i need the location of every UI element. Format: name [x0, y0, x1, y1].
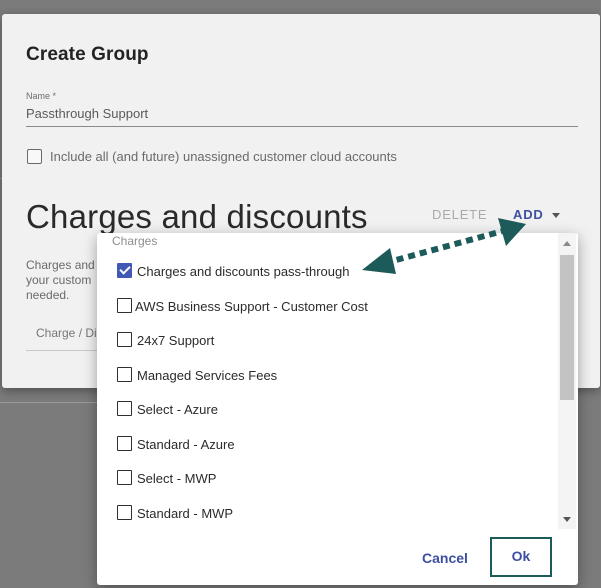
option-label: Select - MWP: [137, 471, 217, 486]
option-label: AWS Business Support - Customer Cost: [135, 299, 368, 314]
section-description: Charges and your custom needed.: [26, 258, 106, 303]
include-accounts-checkbox[interactable]: [27, 149, 42, 164]
option-aws-business-support[interactable]: AWS Business Support - Customer Cost: [117, 298, 557, 318]
option-label: Standard - MWP: [137, 506, 234, 521]
name-field-underline: [26, 126, 578, 127]
scrollbar-thumb[interactable]: [560, 255, 574, 400]
description-line: your custom: [26, 273, 92, 287]
option-label: Managed Services Fees: [137, 368, 278, 383]
include-accounts-label[interactable]: Include all (and future) unassigned cust…: [50, 149, 397, 164]
option-label: 24x7 Support: [137, 333, 215, 348]
option-select-azure[interactable]: Select - Azure: [117, 401, 557, 421]
background-divider: [0, 402, 98, 403]
option-checkbox[interactable]: [117, 470, 132, 485]
cancel-button[interactable]: Cancel: [422, 550, 468, 566]
option-charges-passthrough[interactable]: Charges and discounts pass-through: [117, 263, 557, 283]
option-checkbox[interactable]: [117, 332, 132, 347]
ok-button-label: Ok: [511, 548, 531, 564]
option-checkbox[interactable]: [117, 505, 132, 520]
delete-button-label: DELETE: [432, 207, 488, 222]
dialog-title: Create Group: [26, 44, 149, 65]
option-checkbox[interactable]: [117, 401, 132, 416]
option-label: Standard - Azure: [137, 437, 235, 452]
option-label: Charges and discounts pass-through: [137, 264, 350, 279]
option-checkbox-checked[interactable]: [117, 263, 132, 278]
add-button-label: ADD: [513, 207, 544, 222]
option-24x7-support[interactable]: 24x7 Support: [117, 332, 557, 352]
add-button[interactable]: ADD: [513, 207, 560, 222]
charges-dropdown-panel: Charges Charges and discounts pass-throu…: [97, 233, 578, 585]
charge-column-header: Charge / Di: [36, 326, 97, 340]
option-checkbox[interactable]: [117, 367, 132, 382]
panel-title: Charges: [112, 234, 158, 248]
scroll-up-icon[interactable]: [563, 241, 571, 246]
panel-scrollbar[interactable]: [558, 233, 576, 529]
description-line: Charges and: [26, 258, 95, 272]
description-line: needed.: [26, 288, 70, 302]
option-managed-services-fees[interactable]: Managed Services Fees: [117, 367, 557, 387]
option-checkbox[interactable]: [117, 436, 132, 451]
charges-section-heading: Charges and discounts: [26, 198, 368, 235]
name-field-label: Name *: [26, 91, 57, 101]
ok-highlight-box: Ok: [490, 537, 552, 577]
option-label: Select - Azure: [137, 402, 218, 417]
scroll-down-icon[interactable]: [563, 517, 571, 522]
option-standard-mwp[interactable]: Standard - MWP: [117, 505, 557, 525]
table-divider: [26, 350, 100, 351]
name-field[interactable]: Passthrough Support: [26, 106, 148, 121]
chevron-down-icon: [551, 213, 560, 219]
ok-button[interactable]: Ok: [492, 539, 550, 575]
option-standard-azure[interactable]: Standard - Azure: [117, 436, 557, 456]
cancel-button-label: Cancel: [422, 550, 468, 566]
option-checkbox[interactable]: [117, 298, 132, 313]
option-select-mwp[interactable]: Select - MWP: [117, 470, 557, 490]
delete-button[interactable]: DELETE: [432, 207, 487, 222]
